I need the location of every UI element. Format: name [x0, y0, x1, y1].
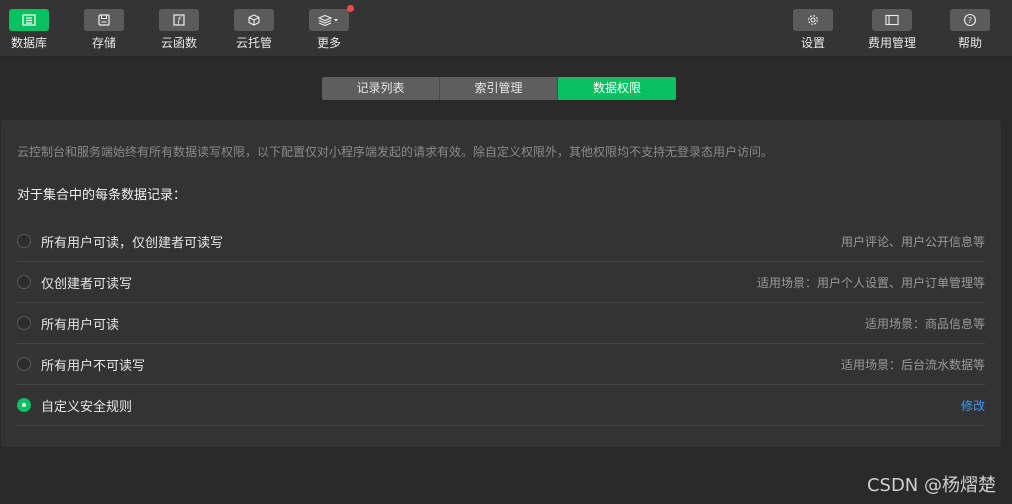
toolbar-storage-label: 存储 [91, 36, 116, 50]
permission-option-custom-rules[interactable]: 自定义安全规则 修改 [17, 385, 985, 426]
toolbar-help-button[interactable]: ? 帮助 [940, 9, 1000, 50]
svg-text:f: f [177, 16, 183, 25]
permission-options: 所有用户可读，仅创建者可读写 用户评论、用户公开信息等 仅创建者可读写 适用场景… [17, 221, 985, 426]
permission-option-public-read[interactable]: 所有用户可读 适用场景：商品信息等 [17, 303, 985, 344]
toolbar-cloud-function-label: 云函数 [160, 36, 197, 50]
toolbar-cloud-function-button[interactable]: f 云函数 [149, 9, 209, 50]
toolbar-settings-label: 设置 [800, 36, 825, 50]
permission-option-public-read-owner-write[interactable]: 所有用户可读，仅创建者可读写 用户评论、用户公开信息等 [17, 221, 985, 262]
watermark: CSDN @杨熠楚 [866, 475, 996, 496]
storage-icon [84, 9, 124, 31]
option-description: 适用场景：用户个人设置、用户订单管理等 [756, 275, 985, 290]
option-label: 所有用户不可读写 [41, 358, 146, 374]
edit-rules-link[interactable]: 修改 [961, 397, 985, 414]
toolbar-help-label: 帮助 [957, 36, 982, 50]
permission-tabs: 记录列表 索引管理 数据权限 [322, 77, 676, 100]
permission-panel: 云控制台和服务端始终有所有数据读写权限，以下配置仅对小程序端发起的请求有效。除自… [1, 120, 1001, 447]
toolbar-settings-button[interactable]: 设置 [783, 9, 843, 50]
toolbar-billing-label: 费用管理 [867, 36, 916, 50]
permission-option-owner-only[interactable]: 仅创建者可读写 适用场景：用户个人设置、用户订单管理等 [17, 262, 985, 303]
radio-button[interactable] [17, 357, 31, 371]
permission-option-no-access[interactable]: 所有用户不可读写 适用场景：后台流水数据等 [17, 344, 985, 385]
tab-index-management[interactable]: 索引管理 [440, 77, 558, 100]
billing-icon [872, 9, 912, 31]
notification-dot [347, 5, 354, 12]
option-description: 用户评论、用户公开信息等 [840, 234, 985, 249]
toolbar-database-button[interactable]: 数据库 [0, 9, 59, 50]
radio-button[interactable] [17, 316, 31, 330]
toolbar-database-label: 数据库 [10, 36, 47, 50]
option-label: 仅创建者可读写 [41, 276, 133, 292]
permission-subtitle: 对于集合中的每条数据记录： [17, 188, 187, 203]
option-label: 自定义安全规则 [41, 399, 133, 415]
option-description: 适用场景：后台流水数据等 [840, 357, 985, 372]
permission-notice: 云控制台和服务端始终有所有数据读写权限，以下配置仅对小程序端发起的请求有效。除自… [17, 145, 774, 159]
option-label: 所有用户可读，仅创建者可读写 [41, 235, 224, 251]
svg-text:?: ? [968, 16, 972, 25]
tab-record-list[interactable]: 记录列表 [322, 77, 440, 100]
toolbar-billing-button[interactable]: 费用管理 [862, 9, 922, 50]
layers-icon [309, 5, 354, 31]
radio-button[interactable] [17, 234, 31, 248]
toolbar-storage-button[interactable]: 存储 [74, 9, 134, 50]
option-description: 适用场景：商品信息等 [864, 316, 985, 331]
option-label: 所有用户可读 [41, 317, 120, 333]
radio-button[interactable] [17, 275, 31, 289]
toolbar-cloud-hosting-label: 云托管 [235, 36, 272, 50]
radio-button-checked[interactable] [17, 398, 31, 412]
toolbar-cloud-hosting-button[interactable]: 云托管 [224, 9, 284, 50]
toolbar-more-label: 更多 [316, 36, 341, 50]
tab-data-permission[interactable]: 数据权限 [558, 77, 676, 100]
database-icon [9, 9, 49, 31]
toolbar-more-button[interactable]: 更多 [299, 5, 359, 50]
top-toolbar: 数据库 存储 f 云函数 云托管 更多 设置 费用管理 ? 帮助 [0, 0, 1012, 57]
gear-icon [793, 9, 833, 31]
cloud-function-icon: f [159, 9, 199, 31]
help-icon: ? [950, 9, 990, 31]
cloud-hosting-icon [234, 9, 274, 31]
